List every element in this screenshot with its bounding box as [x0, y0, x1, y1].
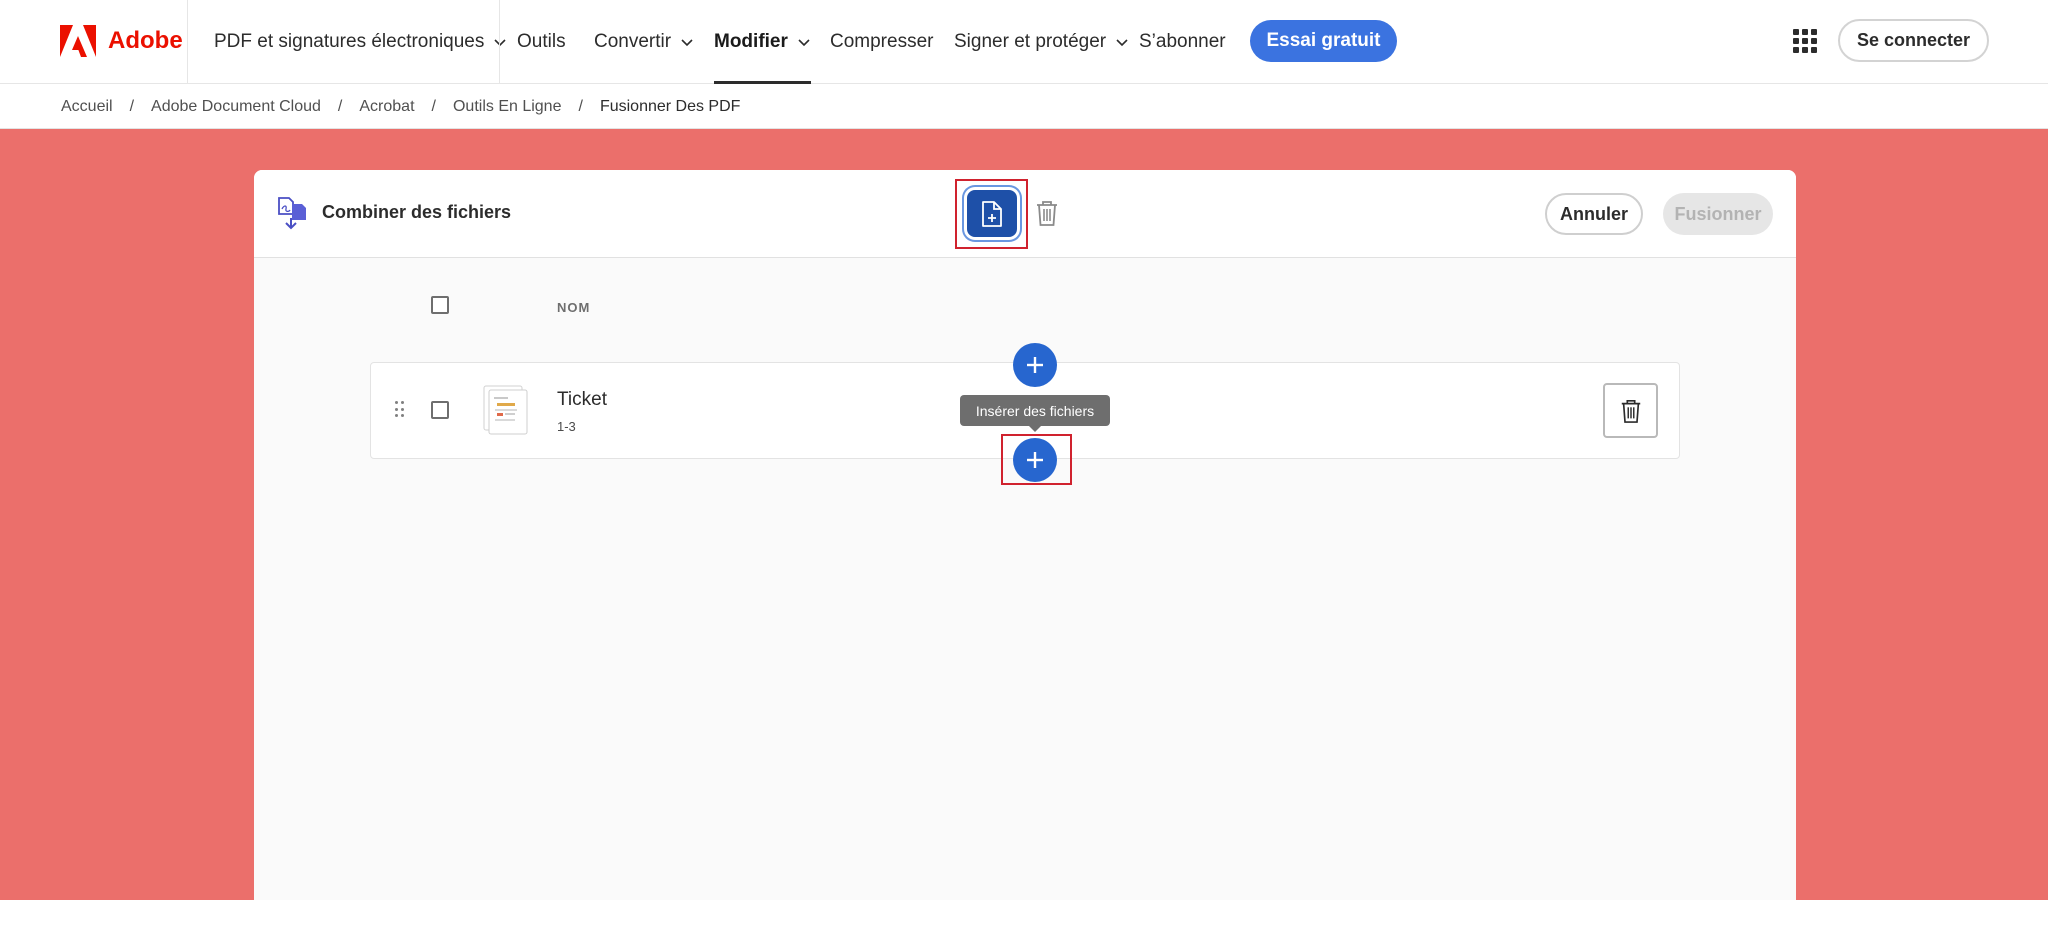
breadcrumb-item-acrobat[interactable]: Acrobat — [359, 98, 414, 116]
nav-item-convertir[interactable]: Convertir — [594, 0, 694, 84]
nav-divider — [187, 0, 188, 84]
nav-item-sabonner[interactable]: S’abonner — [1139, 0, 1226, 84]
breadcrumb-separator: / — [578, 97, 583, 115]
bottom-strip — [0, 900, 2048, 928]
free-trial-button[interactable]: Essai gratuit — [1250, 20, 1397, 62]
insert-files-button-bottom[interactable] — [1013, 438, 1057, 482]
insert-files-tooltip: Insérer des fichiers — [960, 395, 1110, 432]
nav-item-label: PDF et signatures électroniques — [214, 31, 485, 52]
file-name: Ticket — [557, 389, 607, 410]
breadcrumb-separator: / — [431, 97, 436, 115]
select-all-checkbox[interactable] — [431, 296, 449, 314]
nav-item-label: Modifier — [714, 31, 788, 52]
breadcrumb: Accueil / Adobe Document Cloud / Acrobat… — [0, 85, 2048, 129]
cancel-button[interactable]: Annuler — [1545, 193, 1643, 235]
column-header-name: NOM — [557, 300, 591, 315]
sign-in-button[interactable]: Se connecter — [1838, 19, 1989, 62]
merge-button: Fusionner — [1663, 193, 1773, 235]
breadcrumb-item-document-cloud[interactable]: Adobe Document Cloud — [151, 98, 321, 116]
chevron-down-icon — [681, 39, 693, 47]
nav-item-modifier[interactable]: Modifier — [714, 0, 811, 84]
drag-handle-icon[interactable] — [395, 401, 405, 419]
panel-title: Combiner des fichiers — [322, 202, 512, 222]
breadcrumb-item-outils-en-ligne[interactable]: Outils En Ligne — [453, 98, 562, 116]
panel-header: Combiner des fichiers Annuler Fusionner — [254, 170, 1796, 258]
app-grid-icon[interactable] — [1793, 29, 1817, 53]
top-navigation: Adobe PDF et signatures électroniques Ou… — [0, 0, 2048, 84]
delete-file-button[interactable] — [1603, 383, 1658, 438]
nav-item-label: Outils — [517, 31, 566, 52]
chevron-down-icon — [1116, 39, 1128, 47]
nav-item-label: Signer et protéger — [954, 31, 1107, 52]
brand-name: Adobe — [108, 27, 183, 54]
add-files-button[interactable] — [967, 190, 1017, 237]
breadcrumb-item-current: Fusionner Des PDF — [599, 97, 741, 115]
combine-files-panel: Combiner des fichiers Annuler Fusionner … — [254, 170, 1796, 900]
breadcrumb-separator: / — [129, 97, 135, 115]
nav-item-compresser[interactable]: Compresser — [830, 0, 933, 84]
file-thumbnail[interactable] — [483, 385, 529, 435]
breadcrumb-separator: / — [337, 97, 343, 115]
nav-divider — [499, 0, 500, 84]
nav-item-outils[interactable]: Outils — [517, 0, 566, 84]
chevron-down-icon — [494, 39, 506, 47]
nav-item-pdf-signatures[interactable]: PDF et signatures électroniques — [214, 0, 507, 84]
nav-item-label: S’abonner — [1139, 31, 1226, 52]
nav-item-label: Compresser — [830, 31, 934, 52]
plus-icon — [1027, 452, 1043, 468]
trash-icon[interactable] — [1034, 198, 1060, 228]
file-pages: 1-3 — [557, 419, 576, 434]
chevron-down-icon — [798, 39, 810, 47]
adobe-logo-icon — [60, 25, 96, 57]
insert-files-button-top[interactable] — [1013, 343, 1057, 387]
combine-files-icon — [278, 197, 306, 230]
nav-item-label: Convertir — [594, 31, 672, 52]
add-file-icon — [982, 200, 1002, 227]
nav-item-signer-proteger[interactable]: Signer et protéger — [954, 0, 1129, 84]
plus-icon — [1027, 357, 1043, 373]
file-checkbox[interactable] — [431, 401, 449, 419]
trash-icon — [1621, 399, 1640, 423]
breadcrumb-item-accueil[interactable]: Accueil — [61, 98, 113, 116]
adobe-logo[interactable]: Adobe — [60, 24, 183, 58]
